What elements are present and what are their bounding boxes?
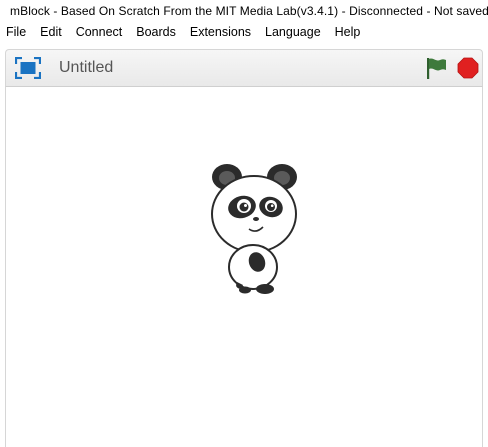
green-flag-icon[interactable]	[424, 56, 448, 80]
menu-bar: File Edit Connect Boards Extensions Lang…	[0, 22, 488, 42]
fullscreen-icon[interactable]	[15, 57, 41, 79]
stop-icon[interactable]	[457, 57, 479, 79]
title-bar: mBlock - Based On Scratch From the MIT M…	[0, 0, 488, 22]
menu-edit[interactable]: Edit	[33, 22, 69, 42]
menu-extensions[interactable]: Extensions	[183, 22, 258, 42]
stage-canvas[interactable]	[5, 87, 483, 447]
window-title: mBlock - Based On Scratch From the MIT M…	[10, 4, 488, 18]
menu-help[interactable]: Help	[328, 22, 368, 42]
menu-boards[interactable]: Boards	[129, 22, 183, 42]
menu-file[interactable]: File	[0, 22, 33, 42]
project-title[interactable]: Untitled	[59, 59, 113, 77]
menu-language[interactable]: Language	[258, 22, 328, 42]
mblock-window: mBlock - Based On Scratch From the MIT M…	[0, 0, 488, 447]
panda-sprite[interactable]	[209, 159, 299, 304]
stage-header: Untitled	[5, 49, 483, 87]
menu-connect[interactable]: Connect	[69, 22, 130, 42]
